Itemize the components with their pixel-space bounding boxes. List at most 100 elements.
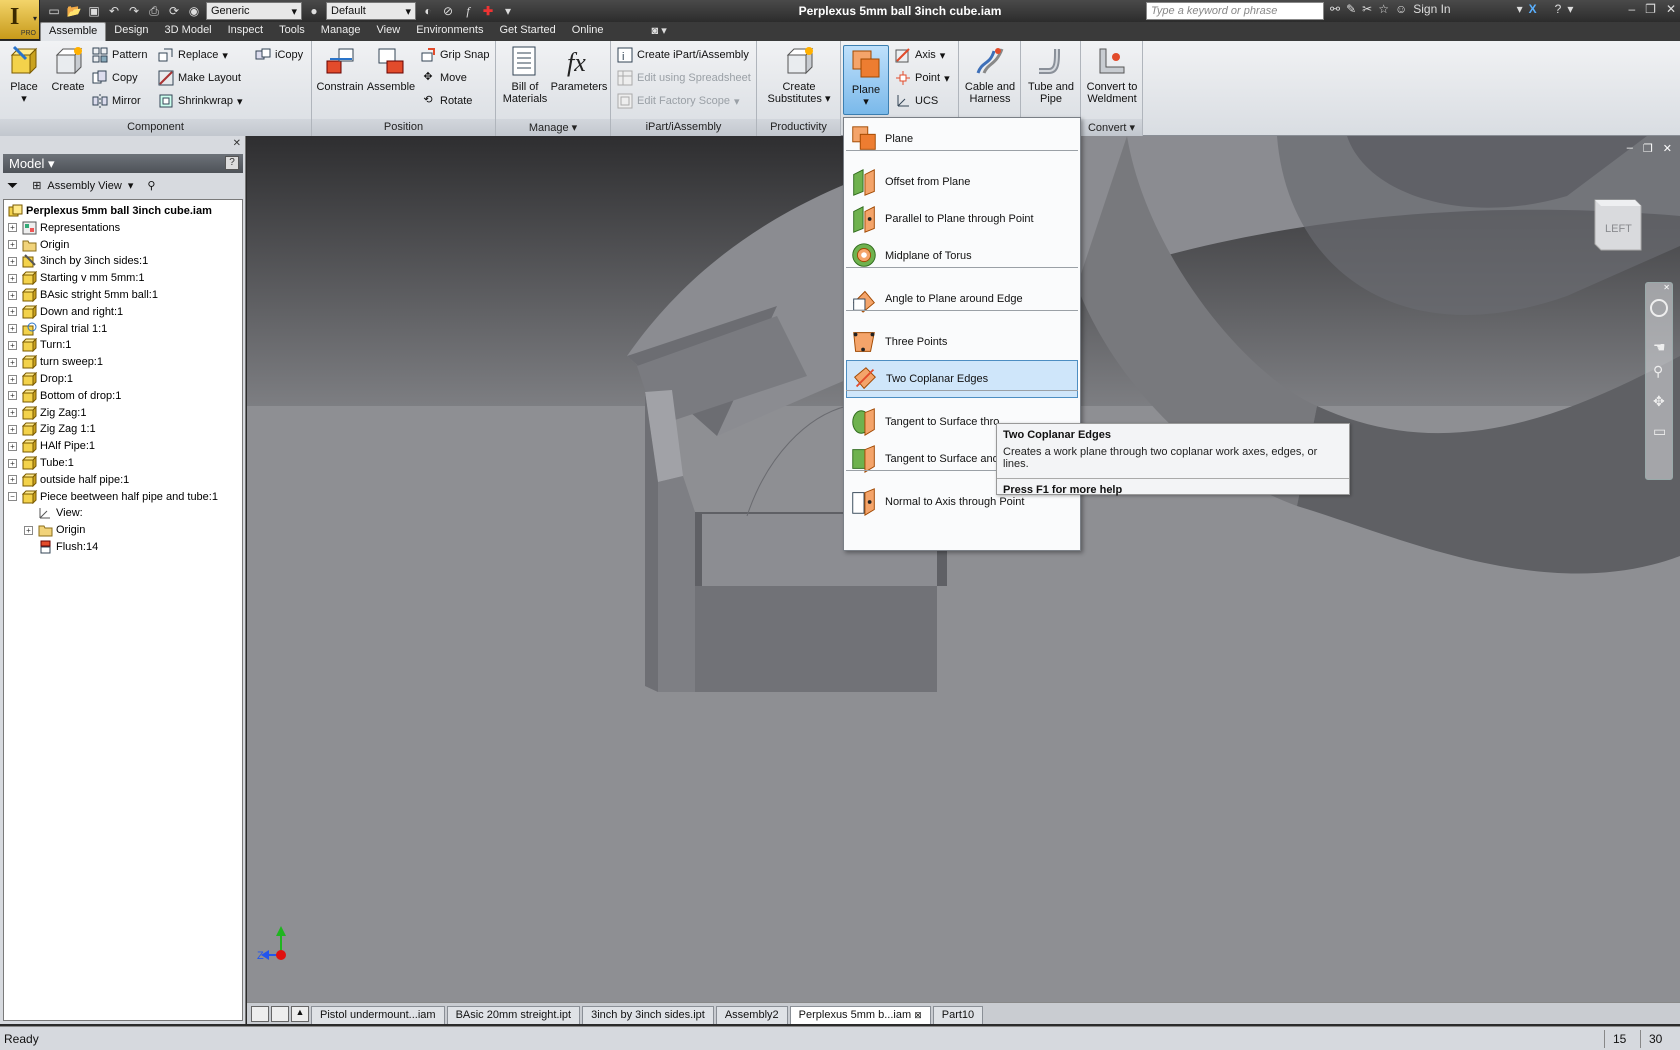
- tree-node[interactable]: + HAlf Pipe:1: [8, 437, 95, 455]
- cable-harness-button[interactable]: Cable and Harness: [961, 45, 1019, 105]
- new-icon[interactable]: ▭: [46, 3, 62, 19]
- collapse-icon[interactable]: −: [8, 492, 17, 502]
- grip-snap-button[interactable]: Grip Snap: [420, 47, 490, 63]
- two-coplanar-edges-option[interactable]: Two Coplanar Edges: [846, 360, 1078, 398]
- browser-header[interactable]: Model ▾ ?: [3, 154, 243, 173]
- tree-node[interactable]: + turn sweep:1: [8, 353, 103, 371]
- convert-panel-label[interactable]: Convert ▾: [1081, 119, 1142, 136]
- pattern-button[interactable]: Pattern: [92, 47, 147, 63]
- expand-icon[interactable]: +: [8, 391, 17, 401]
- chevron-down-icon[interactable]: ▾: [1517, 2, 1523, 16]
- tab-environments[interactable]: Environments: [408, 22, 491, 41]
- help-icon[interactable]: ?: [225, 156, 239, 170]
- icopy-button[interactable]: iCopy: [255, 47, 303, 63]
- help-search-input[interactable]: Type a keyword or phrase: [1146, 2, 1324, 20]
- cascade-windows-icon[interactable]: [271, 1005, 289, 1022]
- document-tab[interactable]: Part10: [932, 1006, 984, 1024]
- redo-icon[interactable]: ↷: [126, 3, 142, 19]
- minimize-icon[interactable]: –: [1627, 142, 1633, 155]
- tab-assemble[interactable]: Assemble: [40, 22, 107, 41]
- create-ipart-button[interactable]: i Create iPart/iAssembly: [617, 47, 749, 63]
- expand-icon[interactable]: +: [8, 441, 17, 451]
- clear-icon[interactable]: ⊘: [440, 3, 456, 19]
- wrench-icon[interactable]: ✎: [1346, 2, 1356, 16]
- close-icon[interactable]: ✕: [1663, 142, 1672, 155]
- ucs-button[interactable]: UCS: [895, 93, 938, 109]
- tree-child-node[interactable]: View:: [38, 504, 83, 522]
- shrinkwrap-button[interactable]: Shrinkwrap ▾: [158, 93, 243, 109]
- minimize-icon[interactable]: –: [1628, 2, 1635, 16]
- viewcube[interactable]: LEFT: [1591, 196, 1643, 256]
- save-icon[interactable]: ▣: [86, 3, 102, 19]
- expand-icon[interactable]: +: [8, 240, 17, 250]
- chevron-down-icon[interactable]: ▾: [128, 179, 134, 192]
- material-select[interactable]: Generic ▾: [206, 2, 302, 20]
- offset-from-plane-option[interactable]: Offset from Plane: [846, 163, 1078, 201]
- tab-design[interactable]: Design: [106, 22, 156, 41]
- tools-icon[interactable]: ✂: [1362, 2, 1372, 16]
- expand-icon[interactable]: +: [8, 458, 17, 468]
- expand-icon[interactable]: +: [8, 340, 17, 350]
- help-icon[interactable]: ?: [1555, 2, 1562, 16]
- fx-icon[interactable]: f: [460, 3, 476, 19]
- close-icon[interactable]: ⊠: [914, 1010, 922, 1020]
- plane-option[interactable]: Plane: [846, 120, 1078, 158]
- print-icon[interactable]: ⎙: [146, 3, 162, 19]
- find-icon[interactable]: ⚲: [147, 179, 155, 192]
- tree-node[interactable]: + Bottom of drop:1: [8, 387, 121, 405]
- tab-view[interactable]: View: [369, 22, 409, 41]
- tab-online[interactable]: Online: [564, 22, 612, 41]
- restore-icon[interactable]: ❐: [1643, 142, 1653, 155]
- tab-inspect[interactable]: Inspect: [220, 22, 271, 41]
- assembly-view-selector[interactable]: Assembly View: [47, 180, 121, 192]
- chevron-down-icon[interactable]: ▾: [1567, 2, 1573, 16]
- pan-icon[interactable]: ☚: [1653, 339, 1666, 356]
- tree-node[interactable]: − Piece beetween half pipe and tube:1: [8, 488, 218, 506]
- tree-node[interactable]: + BAsic stright 5mm ball:1: [8, 286, 158, 304]
- tree-node[interactable]: + Zig Zag:1: [8, 404, 86, 422]
- tree-node[interactable]: + Spiral trial 1:1: [8, 320, 107, 338]
- close-icon[interactable]: ✕: [1663, 283, 1670, 292]
- mirror-button[interactable]: Mirror: [92, 93, 141, 109]
- tile-windows-icon[interactable]: [251, 1005, 269, 1022]
- move-button[interactable]: ✥ Move: [420, 70, 467, 86]
- point-button[interactable]: Point ▾: [895, 70, 950, 86]
- tab-manage[interactable]: Manage: [313, 22, 369, 41]
- expand-icon[interactable]: +: [8, 324, 17, 334]
- document-tab[interactable]: Assembly2: [715, 1006, 788, 1024]
- chevron-up-icon[interactable]: ▲: [291, 1005, 309, 1022]
- tab-tools[interactable]: Tools: [271, 22, 313, 41]
- tree-child-node[interactable]: + Origin: [24, 521, 85, 539]
- tree-node[interactable]: + Down and right:1: [8, 303, 123, 321]
- document-tab[interactable]: BAsic 20mm streight.ipt: [446, 1006, 581, 1024]
- constrain-button[interactable]: Constrain: [316, 45, 364, 93]
- tree-node[interactable]: + outside half pipe:1: [8, 471, 129, 489]
- document-tab[interactable]: Perplexus 5mm b...iam ⊠: [789, 1006, 931, 1024]
- assemble-button[interactable]: Assemble: [366, 45, 416, 93]
- expand-icon[interactable]: +: [8, 357, 17, 367]
- expand-icon[interactable]: +: [8, 408, 17, 418]
- expand-icon[interactable]: +: [8, 307, 17, 317]
- expand-icon[interactable]: +: [8, 424, 17, 434]
- document-tab[interactable]: Pistol undermount...iam: [311, 1006, 445, 1024]
- make-layout-button[interactable]: Make Layout: [158, 70, 241, 86]
- parameters-button[interactable]: fx Parameters: [550, 45, 608, 93]
- rotate-button[interactable]: ⟲ Rotate: [420, 93, 472, 109]
- expand-icon[interactable]: +: [8, 223, 17, 233]
- appearance-select[interactable]: Default ▾: [326, 2, 416, 20]
- tab-3d-model[interactable]: 3D Model: [157, 22, 220, 41]
- expand-icon[interactable]: +: [8, 273, 17, 283]
- binoculars-icon[interactable]: ⚯: [1330, 2, 1340, 16]
- edit-factory-scope-button[interactable]: Edit Factory Scope ▾: [617, 93, 739, 109]
- angle-to-plane-around-edge-option[interactable]: Angle to Plane around Edge: [846, 280, 1078, 318]
- tree-node[interactable]: + Starting v mm 5mm:1: [8, 269, 145, 287]
- expand-icon[interactable]: +: [8, 374, 17, 384]
- application-menu-button[interactable]: I PRO ▾: [0, 0, 40, 40]
- manage-panel-label[interactable]: Manage ▾: [496, 119, 610, 136]
- expand-icon[interactable]: +: [24, 525, 33, 535]
- tree-node[interactable]: + Origin: [8, 236, 69, 254]
- customize-icon[interactable]: ▾: [500, 3, 516, 19]
- tree-node[interactable]: + Representations: [8, 219, 120, 237]
- tree-node[interactable]: +3inch by 3inch sides:1: [8, 252, 148, 270]
- tree-child-node[interactable]: Flush:14: [38, 538, 98, 556]
